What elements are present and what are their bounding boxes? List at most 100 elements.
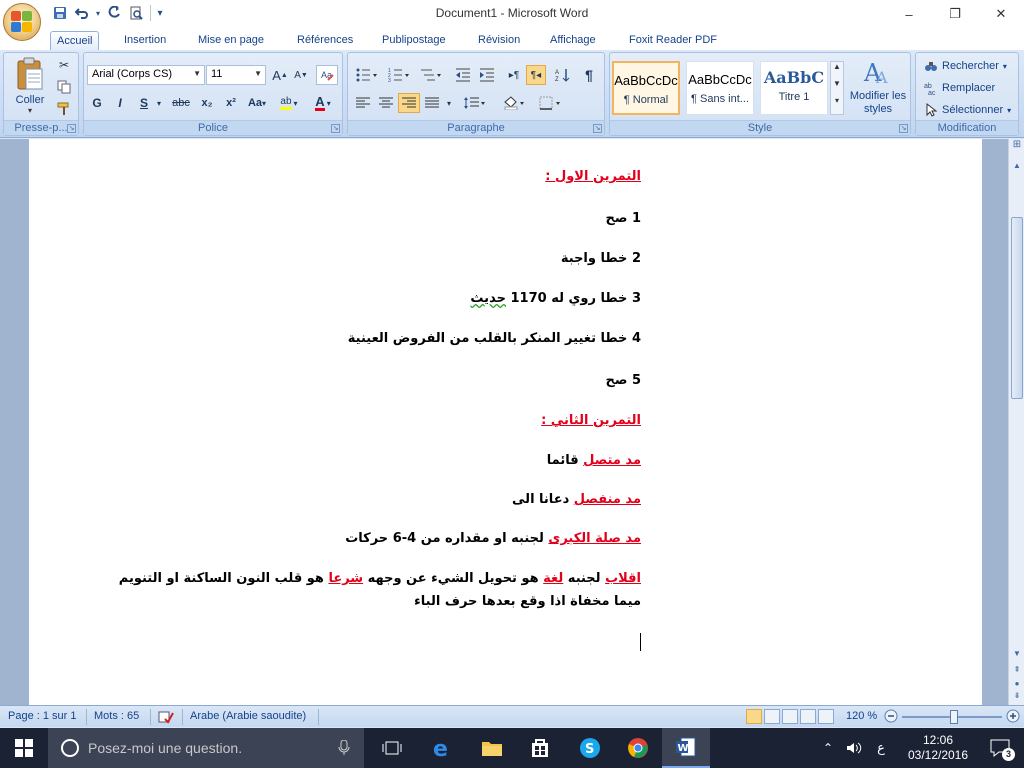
- language-indicator[interactable]: Arabe (Arabie saoudite): [190, 710, 306, 722]
- word-taskbar-button[interactable]: W: [662, 728, 710, 768]
- styles-launcher-icon[interactable]: ↘: [899, 124, 908, 133]
- show-hidden-icons[interactable]: ⌃: [816, 728, 840, 768]
- more-styles-icon[interactable]: ▾: [831, 96, 843, 113]
- scroll-down-icon[interactable]: ▼: [831, 79, 843, 96]
- scroll-up-icon[interactable]: ▲: [831, 62, 843, 79]
- multilevel-list-icon[interactable]: [416, 65, 446, 85]
- paste-button[interactable]: Coller ▾: [8, 55, 52, 117]
- page-count[interactable]: Page : 1 sur 1: [8, 710, 77, 722]
- borders-icon[interactable]: [534, 93, 568, 113]
- highlight-button[interactable]: ab ▾: [274, 93, 304, 113]
- underline-dropdown-icon[interactable]: ▾: [154, 93, 164, 113]
- font-launcher-icon[interactable]: ↘: [331, 124, 340, 133]
- next-page-icon[interactable]: ⇟: [1009, 691, 1024, 705]
- print-layout-icon[interactable]: [746, 709, 762, 724]
- store-taskbar-button[interactable]: [516, 728, 564, 768]
- edge-taskbar-button[interactable]: e: [418, 728, 466, 768]
- document-area[interactable]: التمرين الاول : 1 صح 2 خطا واجبة 3 خطا ر…: [0, 139, 1008, 705]
- tab-publipostage[interactable]: Publipostage: [376, 31, 452, 50]
- zoom-out-icon[interactable]: [884, 709, 898, 726]
- underline-button[interactable]: S: [133, 93, 155, 113]
- tab-foxit-reader-pdf[interactable]: Foxit Reader PDF: [623, 31, 723, 50]
- draft-icon[interactable]: [818, 709, 834, 724]
- minimize-button[interactable]: –: [886, 0, 932, 28]
- show-formatting-marks-icon[interactable]: ¶: [578, 65, 600, 85]
- line-spacing-icon[interactable]: [458, 93, 492, 113]
- copy-icon[interactable]: [54, 77, 74, 97]
- vertical-scrollbar[interactable]: ⊞ ▲ ▼ ⇞ ● ⇟: [1008, 139, 1024, 705]
- close-button[interactable]: ✕: [978, 0, 1024, 28]
- full-screen-reading-icon[interactable]: [764, 709, 780, 724]
- tab-mise-en-page[interactable]: Mise en page: [192, 31, 270, 50]
- bullets-icon[interactable]: [352, 65, 382, 85]
- find-button[interactable]: Rechercher ▾: [924, 57, 1007, 75]
- cortana-search-box[interactable]: Posez-moi une question.: [48, 728, 364, 768]
- replace-button[interactable]: ab ac Remplacer: [924, 79, 995, 97]
- increase-indent-icon[interactable]: [476, 65, 498, 85]
- align-center-icon[interactable]: [375, 93, 397, 113]
- task-view-button[interactable]: [368, 728, 416, 768]
- tab-accueil[interactable]: Accueil: [50, 31, 100, 50]
- input-language-indicator[interactable]: ع: [870, 728, 892, 768]
- style-heading-1[interactable]: AaBbC Titre 1: [760, 61, 828, 115]
- zoom-slider[interactable]: [902, 710, 1002, 724]
- file-explorer-taskbar-button[interactable]: [468, 728, 516, 768]
- paragraph-launcher-icon[interactable]: ↘: [593, 124, 602, 133]
- select-button[interactable]: Sélectionner ▾: [924, 101, 1011, 119]
- tab-references[interactable]: Références: [291, 31, 359, 50]
- clipboard-launcher-icon[interactable]: ↘: [67, 124, 76, 133]
- scrollbar-thumb[interactable]: [1011, 217, 1023, 399]
- chrome-taskbar-button[interactable]: [614, 728, 662, 768]
- grow-font-button[interactable]: A ▲: [270, 65, 290, 85]
- word-count[interactable]: Mots : 65: [94, 710, 139, 722]
- format-painter-icon[interactable]: [54, 99, 74, 119]
- justify-dropdown-icon[interactable]: ▾: [444, 93, 454, 113]
- font-size-combo[interactable]: 11 ▼: [206, 65, 266, 85]
- font-color-button[interactable]: A ▾: [308, 93, 338, 113]
- subscript-button[interactable]: x₂: [196, 93, 218, 113]
- change-styles-button[interactable]: A A Modifier les styles: [848, 57, 908, 119]
- start-button[interactable]: [0, 728, 48, 768]
- decrease-indent-icon[interactable]: [452, 65, 474, 85]
- ltr-direction-icon[interactable]: ▸¶: [504, 65, 524, 85]
- zoom-in-icon[interactable]: [1006, 709, 1020, 726]
- superscript-button[interactable]: x²: [220, 93, 242, 113]
- clear-formatting-icon[interactable]: Aa: [316, 65, 338, 85]
- style-no-spacing[interactable]: AaBbCcDc ¶ Sans int...: [686, 61, 754, 115]
- scroll-down-icon[interactable]: ▼: [1009, 649, 1024, 663]
- clock[interactable]: 12:06 03/12/2016: [898, 728, 978, 768]
- outline-icon[interactable]: [800, 709, 816, 724]
- action-center-button[interactable]: 3: [980, 728, 1020, 768]
- tab-revision[interactable]: Révision: [472, 31, 526, 50]
- style-normal[interactable]: AaBbCcDc ¶ Normal: [612, 61, 680, 115]
- volume-icon[interactable]: [842, 728, 866, 768]
- align-right-icon[interactable]: [398, 93, 420, 113]
- italic-button[interactable]: I: [110, 93, 130, 113]
- rtl-direction-icon[interactable]: ¶◂: [526, 65, 546, 85]
- shading-icon[interactable]: [498, 93, 532, 113]
- web-layout-icon[interactable]: [782, 709, 798, 724]
- microphone-icon[interactable]: [338, 740, 350, 756]
- bold-button[interactable]: G: [87, 93, 107, 113]
- strikethrough-button[interactable]: abc: [168, 93, 194, 113]
- zoom-level[interactable]: 120 %: [846, 710, 877, 722]
- previous-page-icon[interactable]: ⇞: [1009, 665, 1024, 679]
- skype-taskbar-button[interactable]: S: [566, 728, 614, 768]
- change-case-button[interactable]: Aa ▾: [244, 93, 270, 113]
- sort-icon[interactable]: AZ: [552, 65, 574, 85]
- zoom-slider-thumb[interactable]: [950, 710, 958, 724]
- justify-icon[interactable]: [421, 93, 443, 113]
- cut-icon[interactable]: ✂: [54, 55, 74, 75]
- shrink-font-button[interactable]: A ▼: [291, 65, 311, 85]
- maximize-button[interactable]: ❐: [932, 0, 978, 28]
- align-left-icon[interactable]: [352, 93, 374, 113]
- tab-affichage[interactable]: Affichage: [544, 31, 602, 50]
- tab-insertion[interactable]: Insertion: [118, 31, 172, 50]
- ruler-toggle-icon[interactable]: ⊞: [1009, 139, 1024, 161]
- document-page[interactable]: التمرين الاول : 1 صح 2 خطا واجبة 3 خطا ر…: [29, 139, 982, 705]
- numbering-icon[interactable]: 123: [384, 65, 414, 85]
- spelling-check-icon[interactable]: [158, 710, 174, 727]
- font-name-combo[interactable]: Arial (Corps CS) ▼: [87, 65, 205, 85]
- office-button[interactable]: [3, 3, 41, 41]
- scroll-up-icon[interactable]: ▲: [1009, 161, 1024, 175]
